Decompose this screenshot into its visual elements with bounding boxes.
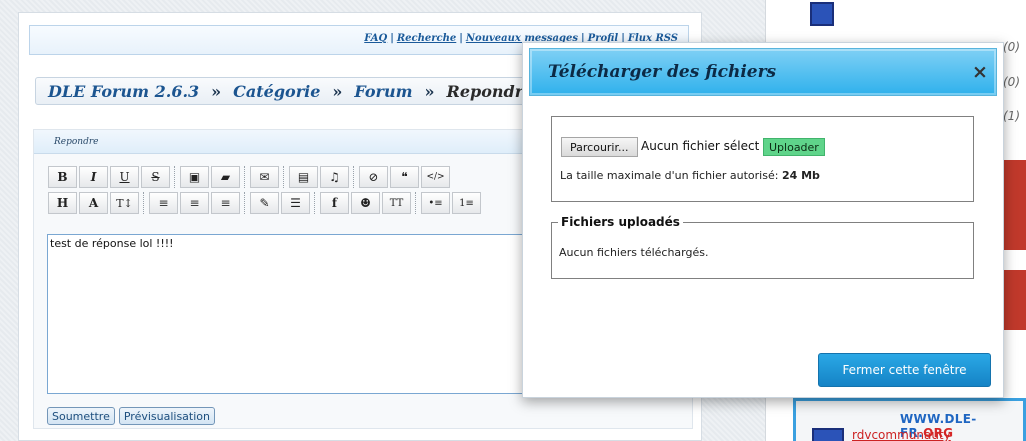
align-left-icon[interactable]: ≡ [149, 192, 178, 214]
avatar[interactable] [812, 428, 844, 441]
toolbar-separator [283, 166, 287, 188]
submit-button[interactable]: Soumettre [47, 407, 115, 425]
breadcrumb-separator: » [332, 81, 343, 101]
toolbar-separator [415, 192, 419, 214]
search-link[interactable]: Recherche [397, 33, 456, 44]
breadcrumb-forum[interactable]: Forum [354, 82, 412, 101]
video-icon[interactable]: ▤ [289, 166, 318, 188]
image-icon[interactable]: ▣ [180, 166, 209, 188]
strikethrough-icon[interactable]: S [141, 166, 170, 188]
heading-icon[interactable]: H [48, 192, 77, 214]
underline-icon[interactable]: U [110, 166, 139, 188]
close-window-button[interactable]: Fermer cette fenêtre [818, 353, 991, 387]
faq-link[interactable]: FAQ [364, 33, 387, 44]
breadcrumb-category[interactable]: Catégorie [233, 82, 320, 101]
max-size-info: La taille maximale d'un fichier autorisé… [560, 169, 820, 182]
text-size-icon[interactable]: T↕ [110, 192, 139, 214]
breadcrumb: DLE Forum 2.6.3 » Catégorie » Forum » Re… [35, 77, 535, 105]
bold-icon[interactable]: B [48, 166, 77, 188]
breadcrumb-separator: » [424, 81, 435, 101]
sidebar-count: (1) [1003, 109, 1020, 123]
toolbar-row-2: H A T↕ ≡ ≡ ≡ ✎ ☰ f ☻ TT •≡ 1≡ [48, 192, 481, 214]
sidebar-count: (0) [1003, 40, 1020, 54]
avatar[interactable] [810, 2, 834, 26]
breadcrumb-separator: » [211, 81, 222, 101]
user-link[interactable]: rdvcommunauty [852, 428, 951, 441]
breadcrumb-forum-home[interactable]: DLE Forum 2.6.3 [48, 82, 199, 101]
paragraph-icon[interactable]: ☰ [281, 192, 310, 214]
toolbar-separator [244, 192, 248, 214]
uploaded-files-legend: Fichiers uploadés [558, 215, 683, 229]
toolbar-separator [143, 192, 147, 214]
top-link-separator: | [390, 33, 394, 44]
typography-icon[interactable]: TT [382, 192, 411, 214]
reply-actions: Soumettre Prévisualisation [47, 407, 215, 425]
sidebar-banner [1002, 160, 1026, 250]
max-size-value: 24 Mb [781, 169, 820, 182]
pen-icon[interactable]: ✎ [250, 192, 279, 214]
browse-button[interactable]: Parcourir... [561, 137, 638, 157]
italic-icon[interactable]: I [79, 166, 108, 188]
align-center-icon[interactable]: ≡ [180, 192, 209, 214]
align-right-icon[interactable]: ≡ [211, 192, 240, 214]
quote-icon[interactable]: ❝ [390, 166, 419, 188]
upload-fieldset [551, 116, 974, 202]
modal-title-bar: Télécharger des fichiers × [529, 48, 997, 96]
emoticon-icon[interactable]: ☻ [351, 192, 380, 214]
sidebar-count: (0) [1003, 75, 1020, 89]
toolbar-separator [174, 166, 178, 188]
top-link-separator: | [459, 33, 463, 44]
modal-title: Télécharger des fichiers [548, 62, 777, 82]
close-icon[interactable]: × [972, 62, 988, 82]
numbered-list-icon[interactable]: 1≡ [452, 192, 481, 214]
max-size-label: La taille maximale d'un fichier autorisé… [560, 169, 779, 182]
music-icon[interactable]: ♫ [320, 166, 349, 188]
code-icon[interactable]: </> [421, 166, 450, 188]
toolbar-separator [314, 192, 318, 214]
toolbar-separator [353, 166, 357, 188]
preview-button[interactable]: Prévisualisation [118, 407, 215, 425]
file-status: Aucun fichier sélectionné [641, 139, 759, 153]
facebook-icon[interactable]: f [320, 192, 349, 214]
toolbar-row-1: B I U S ▣ ▰ ✉ ▤ ♫ ⊘ ❝ </> [48, 166, 450, 188]
sidebar-banner [1002, 270, 1026, 330]
folder-icon[interactable]: ▰ [211, 166, 240, 188]
bullet-list-icon[interactable]: •≡ [421, 192, 450, 214]
hide-icon[interactable]: ⊘ [359, 166, 388, 188]
font-icon[interactable]: A [79, 192, 108, 214]
upload-button[interactable]: Uploader [763, 138, 825, 156]
email-icon[interactable]: ✉ [250, 166, 279, 188]
toolbar-separator [244, 166, 248, 188]
no-files-message: Aucun fichiers téléchargés. [559, 246, 709, 259]
reply-editor[interactable]: test de réponse lol !!!! [47, 234, 525, 394]
breadcrumb-current: Repondre [446, 81, 534, 101]
